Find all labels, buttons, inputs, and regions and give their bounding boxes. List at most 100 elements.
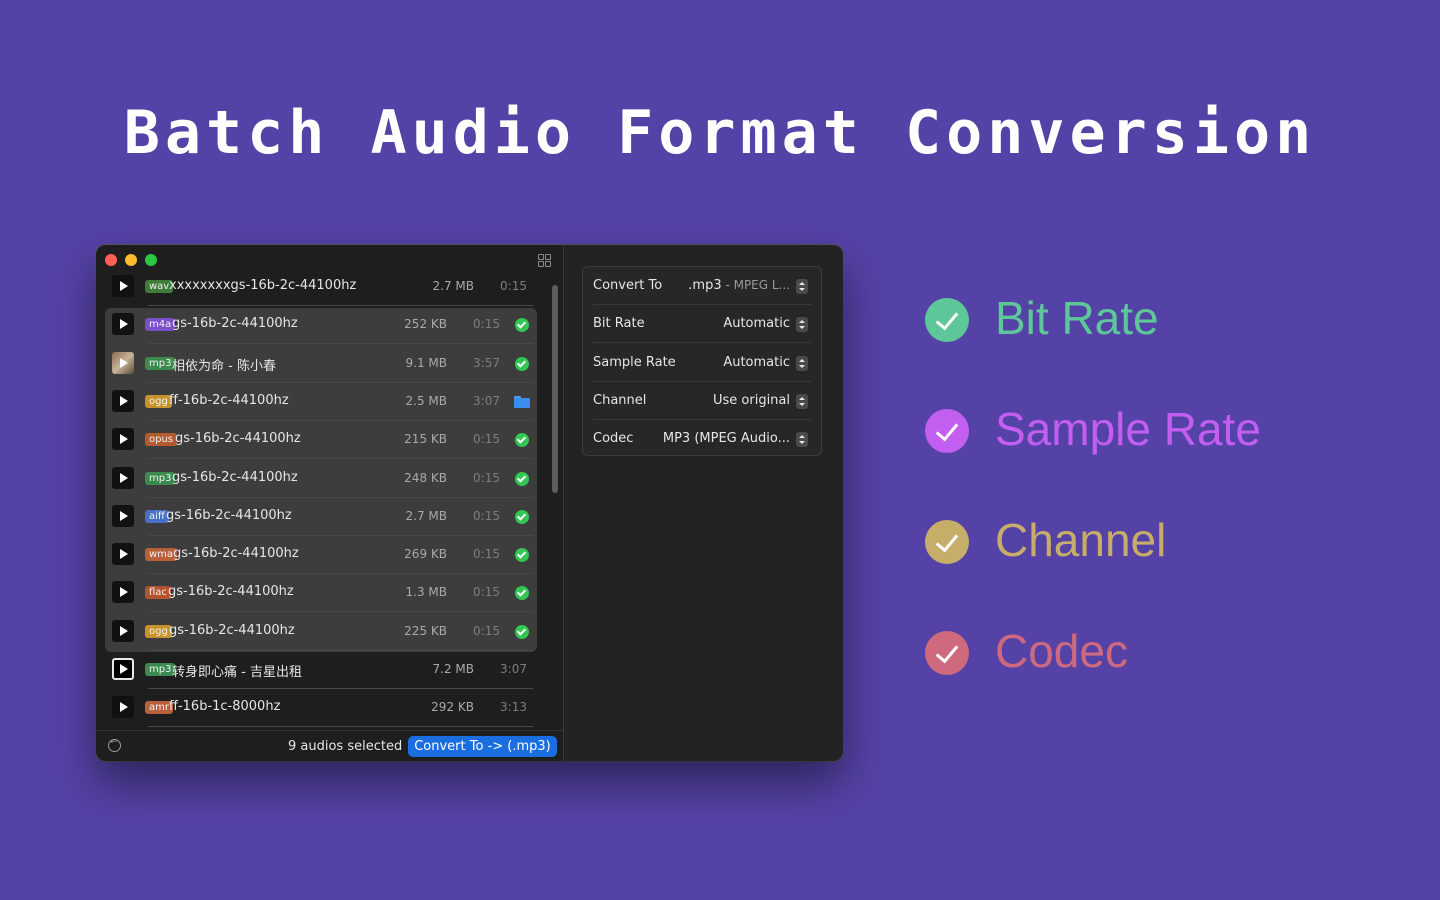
file-size: 292 KB bbox=[431, 700, 474, 715]
minimize-window-button[interactable] bbox=[125, 254, 137, 266]
play-button[interactable] bbox=[112, 696, 134, 719]
page-headline: Batch Audio Format Conversion bbox=[123, 98, 1317, 168]
play-button[interactable] bbox=[112, 466, 134, 489]
setting-row-sample-rate[interactable]: Sample Rate Automatic bbox=[583, 344, 821, 382]
file-row[interactable]: ogg gs-16b-2c-44100hz 225 KB 0:15 bbox=[96, 613, 541, 651]
setting-row-bit-rate[interactable]: Bit Rate Automatic bbox=[583, 305, 821, 344]
play-button[interactable] bbox=[112, 581, 134, 604]
setting-value-main: Automatic bbox=[723, 316, 790, 332]
setting-row-codec[interactable]: Codec MP3 (MPEG Audio... bbox=[583, 420, 821, 458]
setting-label: Bit Rate bbox=[593, 316, 645, 332]
file-row[interactable]: ogg ff-16b-2c-44100hz 2.5 MB 3:07 bbox=[96, 383, 541, 421]
file-duration: 0:15 bbox=[473, 585, 500, 600]
file-size: 215 KB bbox=[404, 432, 447, 447]
format-badge: mp3 bbox=[145, 663, 176, 676]
stepper-icon[interactable] bbox=[796, 279, 808, 294]
file-row[interactable]: opus gs-16b-2c-44100hz 215 KB 0:15 bbox=[96, 421, 541, 460]
file-size: 252 KB bbox=[404, 317, 447, 332]
converted-check-icon bbox=[515, 624, 529, 639]
feature-label: Channel bbox=[995, 514, 1167, 566]
play-button[interactable] bbox=[112, 389, 134, 412]
file-row[interactable]: mp3 相依为命 - 陈小春 9.1 MB 3:57 bbox=[96, 345, 541, 383]
setting-label: Channel bbox=[593, 392, 647, 408]
settings-pane: Convert To .mp3 - MPEG L... Bit Rate Automa… bbox=[564, 245, 843, 761]
stepper-icon[interactable] bbox=[796, 355, 808, 371]
bottom-bar: 9 audios selected Convert To -> (.mp3) bbox=[96, 730, 563, 761]
file-name: gs-16b-2c-44100hz bbox=[169, 622, 295, 638]
file-size: 2.5 MB bbox=[405, 393, 447, 408]
file-size: 2.7 MB bbox=[432, 279, 474, 293]
audio-file-list[interactable]: wav xxxxxxxxgs-16b-2c-44100hz 2.7 MB 0:15 m4… bbox=[96, 270, 551, 730]
setting-value[interactable]: .mp3 - MPEG L... bbox=[688, 278, 790, 293]
file-size: 7.2 MB bbox=[432, 662, 474, 676]
file-duration: 0:15 bbox=[473, 470, 500, 485]
file-row[interactable]: mp3 gs-16b-2c-44100hz 248 KB 0:15 bbox=[96, 460, 541, 498]
play-button[interactable] bbox=[112, 351, 134, 374]
file-duration: 0:15 bbox=[473, 547, 500, 562]
maximize-window-button[interactable] bbox=[145, 254, 157, 266]
play-button[interactable] bbox=[112, 658, 134, 680]
setting-row-channel[interactable]: Channel Use original bbox=[583, 382, 821, 420]
app-window: wav xxxxxxxxgs-16b-2c-44100hz 2.7 MB 0:15 m4… bbox=[96, 245, 843, 761]
setting-value-detail: - MPEG L... bbox=[721, 278, 790, 292]
file-duration: 3:13 bbox=[500, 700, 527, 715]
play-button[interactable] bbox=[112, 313, 134, 336]
grid-view-icon[interactable] bbox=[538, 254, 551, 267]
file-name: 转身即心痛 - 吉星出租 bbox=[172, 665, 302, 680]
format-badge: mp3 bbox=[145, 356, 176, 370]
list-scrollbar[interactable] bbox=[552, 285, 558, 493]
folder-body bbox=[514, 397, 530, 408]
play-button[interactable] bbox=[112, 619, 134, 642]
file-duration: 0:15 bbox=[473, 623, 500, 638]
play-button[interactable] bbox=[112, 504, 134, 527]
setting-label: Convert To bbox=[593, 278, 663, 293]
play-button[interactable] bbox=[112, 543, 134, 566]
file-name: ff-16b-1c-8000hz bbox=[169, 699, 281, 715]
checkmark-icon bbox=[925, 631, 969, 675]
converted-check-icon bbox=[515, 586, 529, 601]
file-row[interactable]: m4a gs-16b-2c-44100hz 252 KB 0:15 bbox=[96, 306, 541, 345]
file-row[interactable]: aiff gs-16b-2c-44100hz 2.7 MB 0:15 bbox=[96, 498, 541, 536]
file-row[interactable]: amr ff-16b-1c-8000hz 292 KB 3:13 bbox=[96, 689, 541, 728]
setting-value[interactable]: Use original bbox=[713, 393, 790, 408]
reveal-folder-icon[interactable] bbox=[514, 395, 530, 408]
back-icon[interactable] bbox=[108, 737, 121, 752]
setting-row-convert-to[interactable]: Convert To .mp3 - MPEG L... bbox=[583, 267, 821, 305]
feature-label: Codec bbox=[995, 625, 1128, 677]
conversion-settings: Convert To .mp3 - MPEG L... Bit Rate Automa… bbox=[582, 266, 822, 456]
converted-check-icon bbox=[515, 471, 529, 486]
file-size: 2.7 MB bbox=[405, 508, 447, 523]
converted-check-icon bbox=[515, 509, 529, 524]
stepper-icon[interactable] bbox=[796, 317, 808, 333]
file-name: xxxxxxxxgs-16b-2c-44100hz bbox=[169, 278, 357, 293]
checkmark-icon bbox=[925, 520, 969, 564]
setting-value[interactable]: Automatic bbox=[723, 355, 790, 370]
play-button[interactable] bbox=[112, 428, 134, 451]
convert-button[interactable]: Convert To -> (.mp3) bbox=[408, 736, 557, 757]
file-size: 9.1 MB bbox=[405, 355, 447, 370]
file-row[interactable]: flac gs-16b-2c-44100hz 1.3 MB 0:15 bbox=[96, 574, 541, 613]
checkmark-icon bbox=[925, 409, 969, 453]
close-window-button[interactable] bbox=[105, 254, 117, 266]
play-button[interactable] bbox=[112, 275, 134, 297]
file-name: gs-16b-2c-44100hz bbox=[173, 546, 299, 562]
feature-label: Sample Rate bbox=[995, 403, 1261, 455]
file-row[interactable]: wma gs-16b-2c-44100hz 269 KB 0:15 bbox=[96, 536, 541, 575]
converted-check-icon bbox=[515, 356, 529, 371]
format-badge: m4a bbox=[145, 318, 176, 332]
file-name: gs-16b-2c-44100hz bbox=[172, 469, 298, 485]
file-name: gs-16b-2c-44100hz bbox=[166, 507, 292, 523]
selected-count: 9 audios selected bbox=[288, 739, 403, 754]
stepper-icon[interactable] bbox=[796, 393, 808, 409]
setting-value[interactable]: MP3 (MPEG Audio... bbox=[663, 431, 790, 446]
file-duration: 3:07 bbox=[473, 393, 500, 408]
file-name: 相依为命 - 陈小春 bbox=[172, 358, 276, 374]
setting-value-main: MP3 (MPEG Audio... bbox=[662, 431, 790, 447]
feature-label: Bit Rate bbox=[995, 292, 1159, 344]
stepper-icon[interactable] bbox=[796, 432, 808, 448]
file-size: 269 KB bbox=[404, 547, 447, 562]
setting-label: Codec bbox=[593, 431, 634, 447]
setting-value[interactable]: Automatic bbox=[723, 316, 790, 331]
file-row[interactable]: mp3 转身即心痛 - 吉星出租 7.2 MB 3:07 bbox=[96, 651, 541, 689]
file-row[interactable]: wav xxxxxxxxgs-16b-2c-44100hz 2.7 MB 0:15 bbox=[96, 270, 541, 306]
